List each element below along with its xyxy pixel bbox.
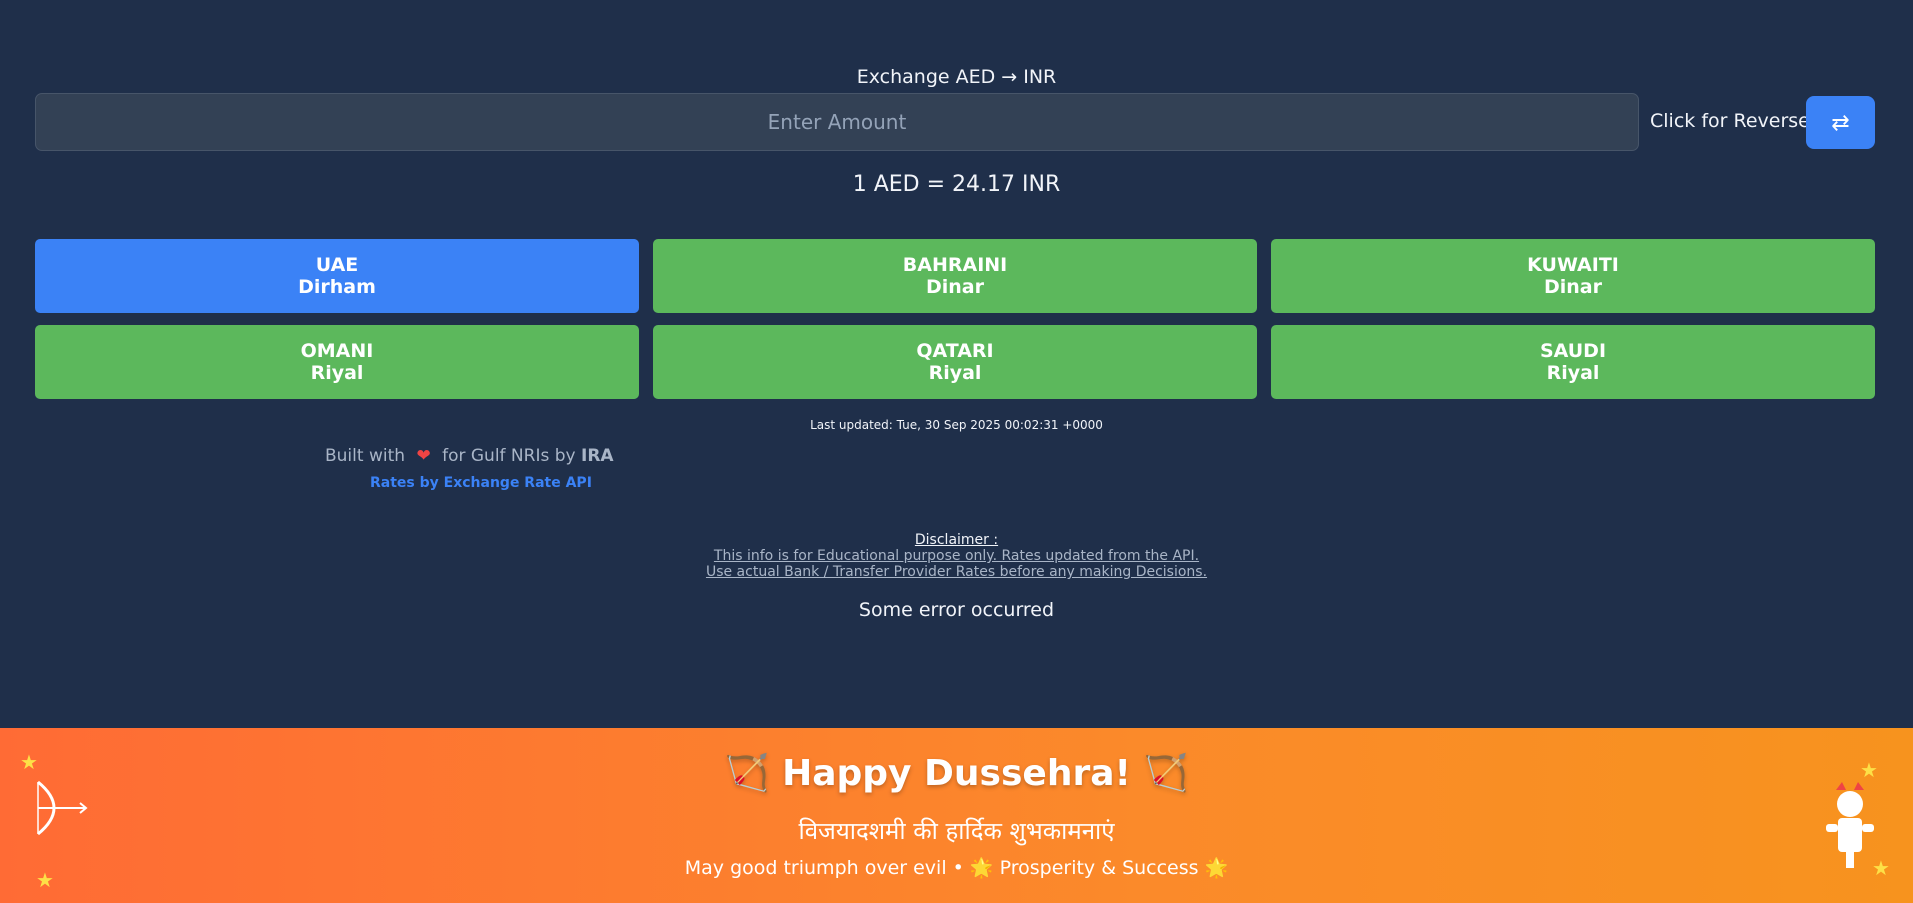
dussehra-banner: ★ ★ ★ ★ 🏹 Happy Dussehra! 🏹 विजयादशमी की… [0,728,1913,903]
currency-grid: UAE Dirham BAHRAINI Dinar KUWAITI Dinar … [35,239,1875,399]
currency-country: BAHRAINI [902,254,1008,276]
rates-api-link[interactable]: Rates by Exchange Rate API [370,475,592,491]
reverse-label: Click for Reverse [1650,110,1810,132]
currency-unit: Dirham [298,276,376,298]
currency-country: OMANI [300,340,374,362]
currency-unit: Riyal [310,362,364,384]
currency-button-bahraini[interactable]: BAHRAINI Dinar [653,239,1257,313]
currency-unit: Dinar [925,276,984,298]
disclaimer-line-2: Use actual Bank / Transfer Provider Rate… [705,564,1208,580]
currency-country: UAE [315,254,359,276]
exchange-title: Exchange AED → INR [856,66,1057,88]
built-middle: for Gulf NRIs by [442,446,576,466]
currency-button-omani[interactable]: OMANI Riyal [35,325,639,399]
heart-icon: ❤ [416,446,431,466]
currency-country: KUWAITI [1527,254,1619,276]
banner-hindi-greeting: विजयादशमी की हार्दिक शुभकामनाएं [798,817,1115,845]
built-with-credit: Built with ❤ for Gulf NRIs by IRA [325,446,614,466]
currency-unit: Riyal [1546,362,1600,384]
currency-button-kuwaiti[interactable]: KUWAITI Dinar [1271,239,1875,313]
banner-subtitle: May good triumph over evil • 🌟 Prosperit… [684,857,1229,879]
currency-button-qatari[interactable]: QATARI Riyal [653,325,1257,399]
currency-unit: Riyal [928,362,982,384]
currency-button-saudi[interactable]: SAUDI Riyal [1271,325,1875,399]
banner-title: 🏹 Happy Dussehra! 🏹 [724,753,1189,794]
disclaimer-title: Disclaimer : [914,532,999,548]
currency-button-uae[interactable]: UAE Dirham [35,239,639,313]
built-prefix: Built with [325,446,406,466]
disclaimer: Disclaimer : This info is for Educationa… [0,532,1913,580]
error-message: Some error occurred [858,599,1055,621]
converter-main: Exchange AED → INR Click for Reverse ⇄ 1… [0,0,1913,728]
last-updated: Last updated: Tue, 30 Sep 2025 00:02:31 … [810,418,1103,432]
rate-text: 1 AED = 24.17 INR [852,172,1061,197]
reverse-button[interactable]: ⇄ [1806,96,1875,149]
currency-unit: Dinar [1543,276,1602,298]
ravana-effigy-icon [1826,782,1874,868]
currency-country: SAUDI [1539,340,1607,362]
amount-input[interactable] [35,93,1639,151]
author-name: IRA [581,446,614,466]
swap-icon: ⇄ [1831,109,1850,135]
disclaimer-line-1: This info is for Educational purpose onl… [713,548,1200,564]
currency-country: QATARI [916,340,994,362]
